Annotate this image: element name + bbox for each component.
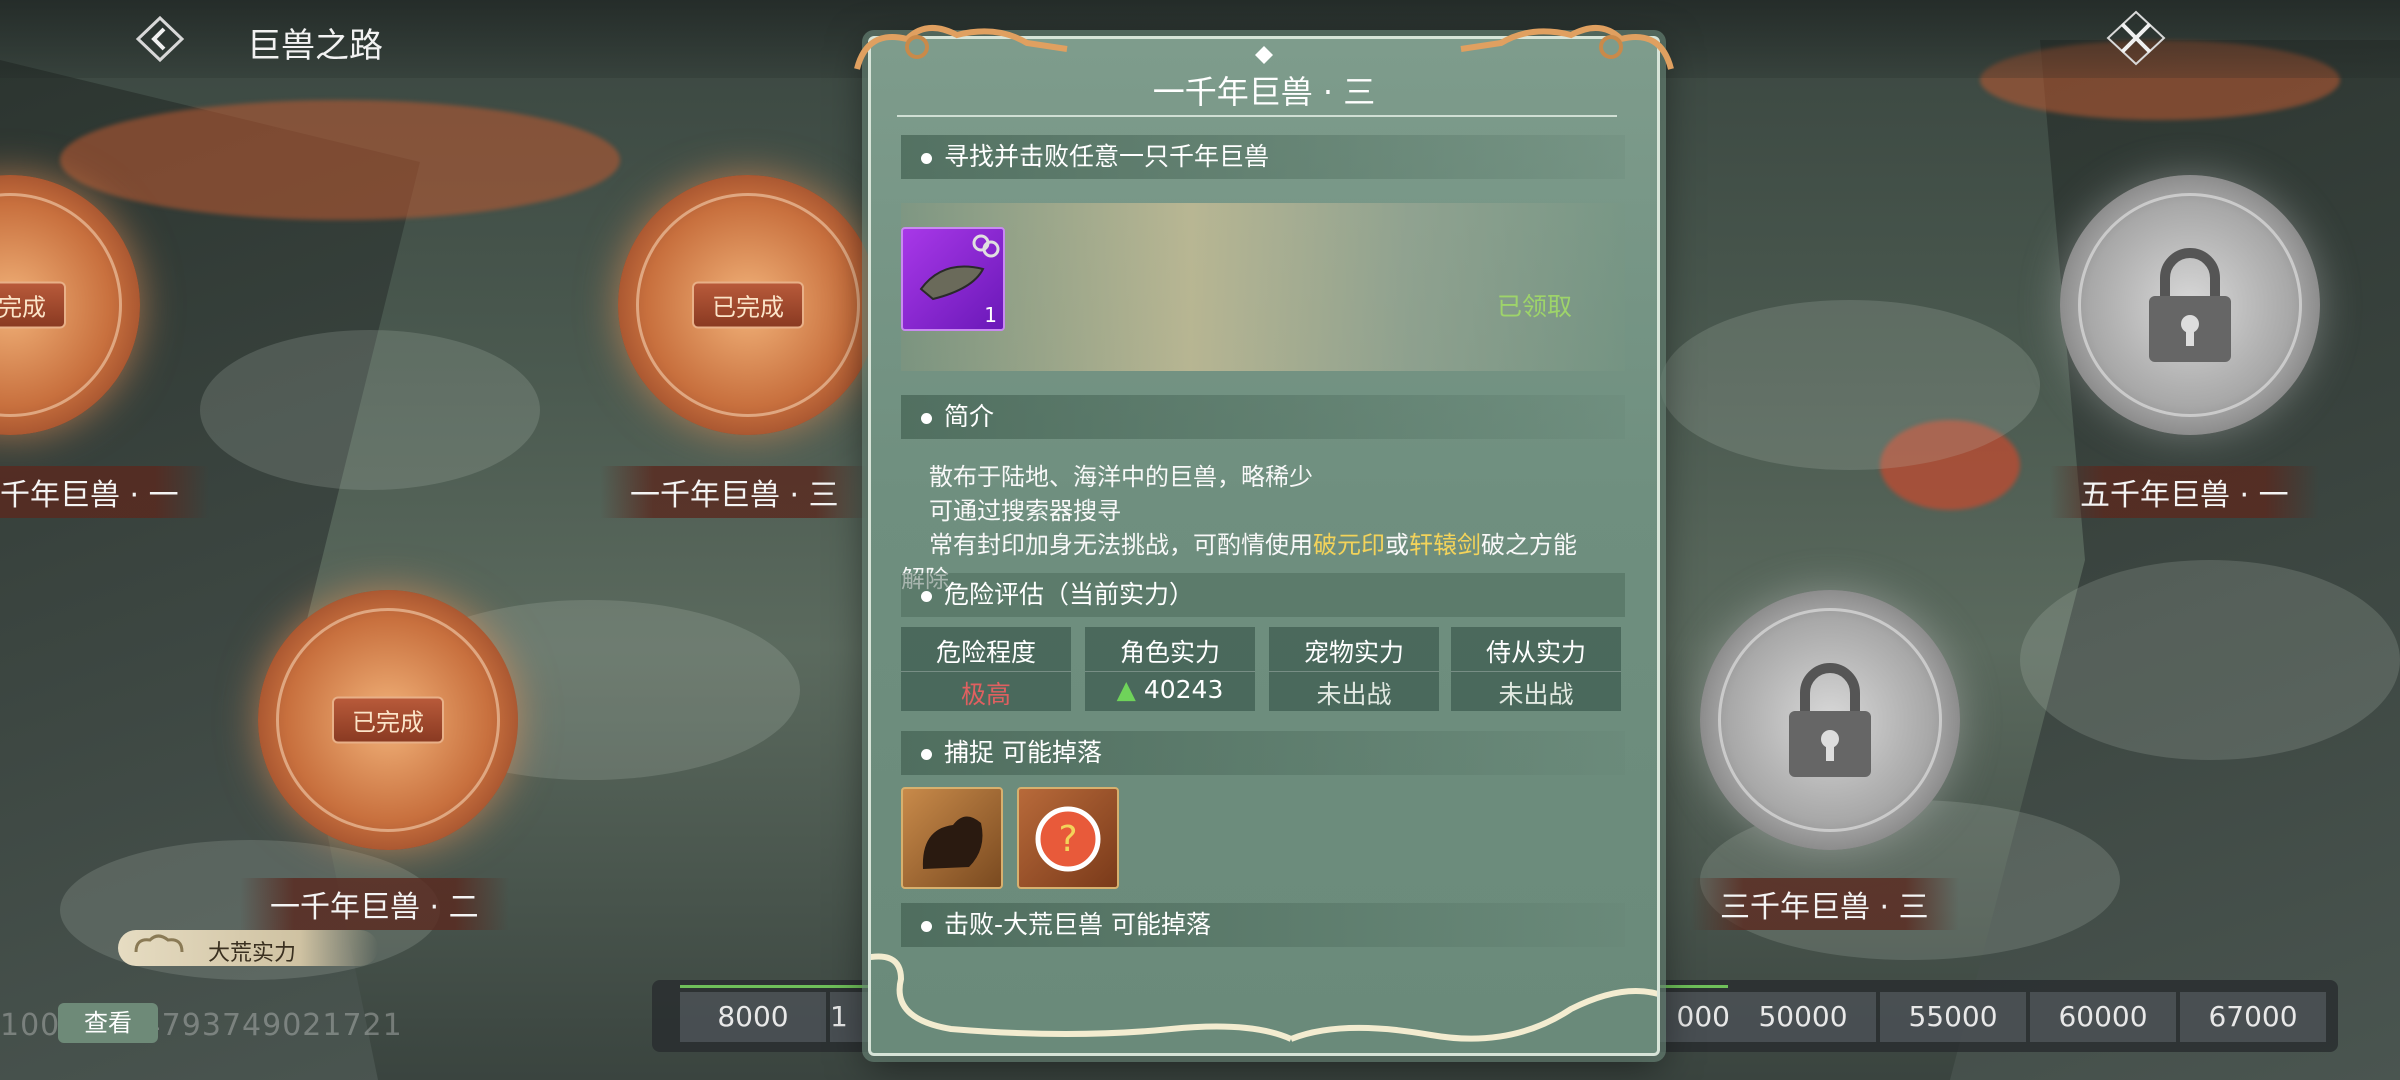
drop-item-slot[interactable] [901,787,1003,889]
stage-label: 一千年巨兽 · 一 [0,466,209,518]
beast-detail-panel: 一千年巨兽 · 三 寻找并击败任意一只千年巨兽 1 已领取 简介 散布于陆地、海… [854,25,1674,1056]
milestone[interactable]: 55000 [1880,992,2026,1042]
stat-character-power: 角色实力 ▲ 40243 [1085,627,1255,711]
wave-ornament-icon [871,953,1657,1042]
diamond-ornament-icon [1255,46,1273,64]
milestone[interactable]: 50000 [1730,992,1876,1042]
page-title: 巨兽之路 [247,26,383,66]
drop-item-slot[interactable]: ? [1017,787,1119,889]
milestone[interactable]: 1 [830,992,870,1042]
stat-danger-level: 危险程度 极高 [901,627,1071,711]
stat-follower-power: 侍从实力 未出战 [1451,627,1621,711]
cloud-swirl-icon [134,934,184,953]
intro-line: 散布于陆地、海洋中的巨兽，略稀少 [929,463,1313,491]
task-header: 寻找并击败任意一只千年巨兽 [901,135,1625,179]
stat-pet-power: 宠物实力 未出战 [1269,627,1439,711]
highlight-seal: 破元印 [1313,531,1385,559]
intro-header: 简介 [901,395,1625,439]
svg-text:?: ? [1058,819,1077,860]
stage-label: 一千年巨兽 · 三 [600,466,869,518]
danger-header: 危险评估（当前实力） [901,573,1625,617]
completed-badge: 已完成 [332,696,444,744]
stage-node-locked[interactable] [1700,590,1960,850]
milestone-progress [1660,985,1728,988]
lock-icon [2149,248,2231,362]
view-button[interactable]: 查看 [58,1003,158,1043]
close-icon [2106,10,2166,66]
reward-item-slot[interactable]: 1 [901,227,1005,331]
milestone[interactable]: 8000 [680,992,826,1042]
intro-line: 常有封印加身无法挑战，可酌情使用破元印或轩辕剑破之方能 [929,531,1577,559]
wilderness-power-tag[interactable]: 大荒实力 [118,930,378,966]
close-button[interactable] [2106,10,2166,66]
mystery-egg-icon: ? [1035,806,1101,872]
milestone[interactable]: 60000 [2030,992,2176,1042]
up-arrow-icon: ▲ [1116,675,1136,704]
stage-node-locked[interactable] [2060,175,2320,435]
power-tag-label: 大荒实力 [208,941,297,966]
item-count: 1 [984,303,997,327]
completed-badge: 已完成 [0,281,66,329]
panel-title: 一千年巨兽 · 三 [1152,73,1376,111]
back-button[interactable] [128,14,192,64]
stage-label: 三千年巨兽 · 三 [1690,878,1959,930]
intro-line: 可通过搜索器搜寻 [929,497,1121,525]
stage-node-3[interactable]: 已完成 [618,175,878,435]
stage-label: 一千年巨兽 · 二 [240,878,509,930]
completed-badge: 已完成 [692,281,804,329]
title-divider [897,115,1617,117]
back-arrow-icon [135,15,185,63]
stage-node-2[interactable]: 已完成 [258,590,518,850]
beast-silhouette-icon [922,816,983,869]
milestone[interactable]: 67000 [2180,992,2326,1042]
claimed-status: 已领取 [1497,292,1573,321]
stage-label: 五千年巨兽 · 一 [2050,466,2319,518]
highlight-sword: 轩辕剑 [1409,531,1481,559]
lock-icon [1789,663,1871,777]
capture-drop-header: 捕捉 可能掉落 [901,731,1625,775]
